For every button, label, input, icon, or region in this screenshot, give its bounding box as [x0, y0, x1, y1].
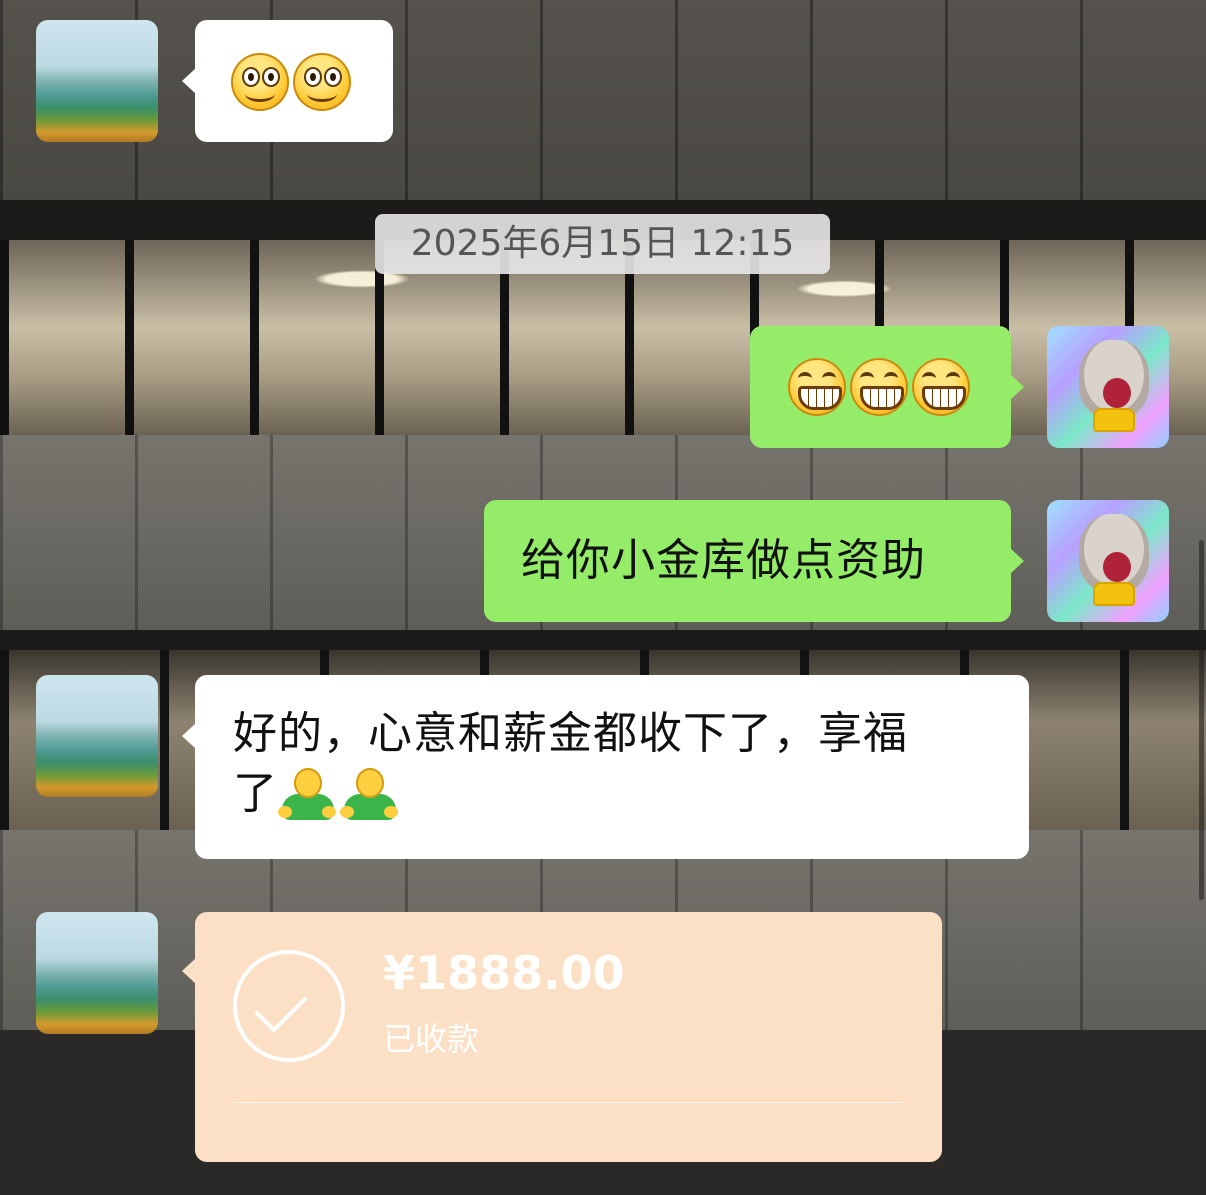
- received-message-bubble[interactable]: [182, 20, 393, 142]
- transfer-amount: ¥1888.00: [383, 946, 625, 1000]
- divider: [233, 1102, 904, 1103]
- transfer-card[interactable]: ¥1888.00 已收款: [182, 912, 942, 1162]
- grin-emoji-icon: [912, 358, 970, 416]
- smile-emoji-icon: [293, 53, 351, 111]
- sent-message-bubble[interactable]: [750, 326, 1024, 448]
- grin-emoji-icon: [788, 358, 846, 416]
- self-avatar[interactable]: [1047, 500, 1169, 622]
- man-emoji-icon: [278, 768, 336, 824]
- contact-avatar[interactable]: [36, 20, 158, 142]
- grin-emoji-icon: [850, 358, 908, 416]
- transfer-status: 已收款: [383, 1020, 480, 1058]
- man-emoji-icon: [340, 768, 398, 824]
- message-text: 了: [233, 768, 278, 819]
- smile-emoji-icon: [231, 53, 289, 111]
- message-timestamp: 2025年6月15日 12:15: [375, 214, 830, 274]
- self-avatar[interactable]: [1047, 326, 1169, 448]
- received-message-bubble[interactable]: 好的，心意和薪金都收下了，享福 了: [182, 675, 1029, 859]
- scrollbar[interactable]: [1199, 540, 1204, 900]
- check-circle-icon: [233, 950, 345, 1062]
- sent-message-bubble[interactable]: 给你小金库做点资助: [484, 500, 1024, 622]
- contact-avatar[interactable]: [36, 912, 158, 1034]
- message-text: 好的，心意和薪金都收下了，享福: [233, 708, 908, 759]
- message-text: 给你小金库做点资助: [521, 535, 926, 586]
- contact-avatar[interactable]: [36, 675, 158, 797]
